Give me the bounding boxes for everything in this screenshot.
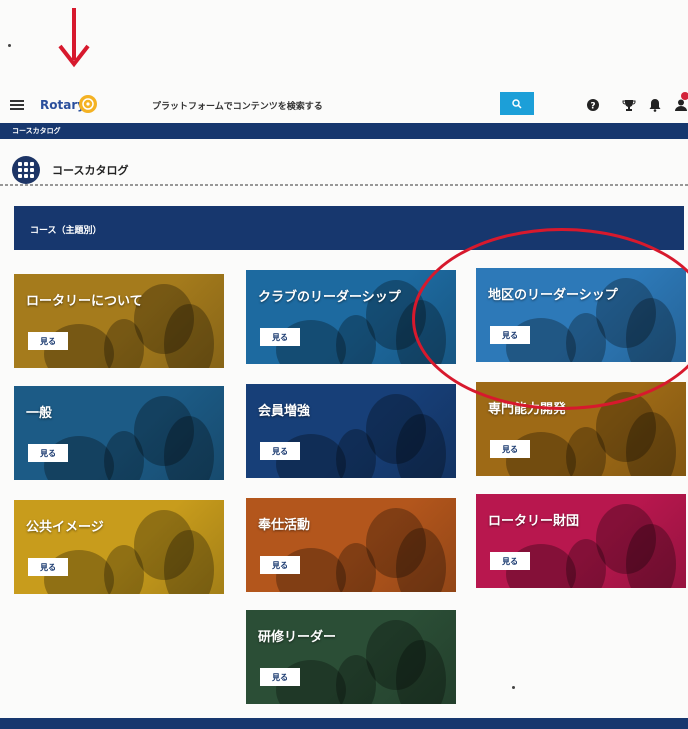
divider [0,184,688,186]
course-card-title: 公共イメージ [26,520,104,535]
photo-silhouette [396,528,446,592]
trophy-icon[interactable] [622,98,636,112]
course-card-title: 会員増強 [258,404,311,419]
photo-silhouette [626,412,676,476]
course-card-service[interactable]: 奉仕活動 見る [246,498,456,592]
section-label: コース（主題別） [30,226,102,236]
course-card-title: 研修リーダー [258,630,337,645]
view-button[interactable]: 見る [490,440,530,458]
course-card-general[interactable]: 一般 見る [14,386,224,480]
course-card-title: クラブのリーダーシップ [258,290,401,305]
stray-dot [512,686,515,689]
help-icon[interactable]: ? [586,98,600,112]
course-card-membership[interactable]: 会員増強 見る [246,384,456,478]
course-card-title: 一般 [26,406,53,421]
page-header: コースカタログ [0,148,688,188]
photo-silhouette [626,524,676,588]
course-card-training-leader[interactable]: 研修リーダー 見る [246,610,456,704]
page-title: コースカタログ [52,164,129,177]
rotary-wheel-icon[interactable] [78,94,98,114]
hamburger-menu-icon[interactable] [10,100,24,110]
user-icon[interactable] [674,98,688,112]
breadcrumb-bar: コースカタログ [0,123,688,139]
course-card-title: ロータリーについて [26,294,143,309]
photo-silhouette [396,414,446,478]
course-card-title: ロータリー財団 [488,514,580,529]
footer-bar [0,718,688,729]
view-button[interactable]: 見る [260,328,300,346]
course-card-title: 奉仕活動 [258,518,311,533]
grid-icon [12,156,40,184]
svg-text:?: ? [590,102,595,112]
red-down-arrow-icon [58,8,90,68]
breadcrumb[interactable]: コースカタログ [12,126,61,136]
course-card-rotary-foundation[interactable]: ロータリー財団 見る [476,494,686,588]
photo-silhouette [164,530,214,594]
view-button[interactable]: 見る [490,552,530,570]
course-card-public-image[interactable]: 公共イメージ 見る [14,500,224,594]
search-button[interactable] [500,92,534,115]
view-button[interactable]: 見る [28,332,68,350]
view-button[interactable]: 見る [260,668,300,686]
view-button[interactable]: 見る [260,442,300,460]
search-input[interactable]: プラットフォームでコンテンツを検索する [152,99,323,112]
view-button[interactable]: 見る [260,556,300,574]
notification-badge [681,92,688,100]
view-button[interactable]: 見る [28,558,68,576]
course-card-about-rotary[interactable]: ロータリーについて 見る [14,274,224,368]
stray-dot [8,44,11,47]
photo-silhouette [396,640,446,704]
view-button[interactable]: 見る [28,444,68,462]
bell-icon[interactable] [648,98,662,112]
top-navigation-bar: Rotary プラットフォームでコンテンツを検索する ? [0,88,688,122]
annotation-circle [412,228,688,410]
photo-silhouette [164,416,214,480]
search-icon [512,98,522,109]
photo-silhouette [164,304,214,368]
